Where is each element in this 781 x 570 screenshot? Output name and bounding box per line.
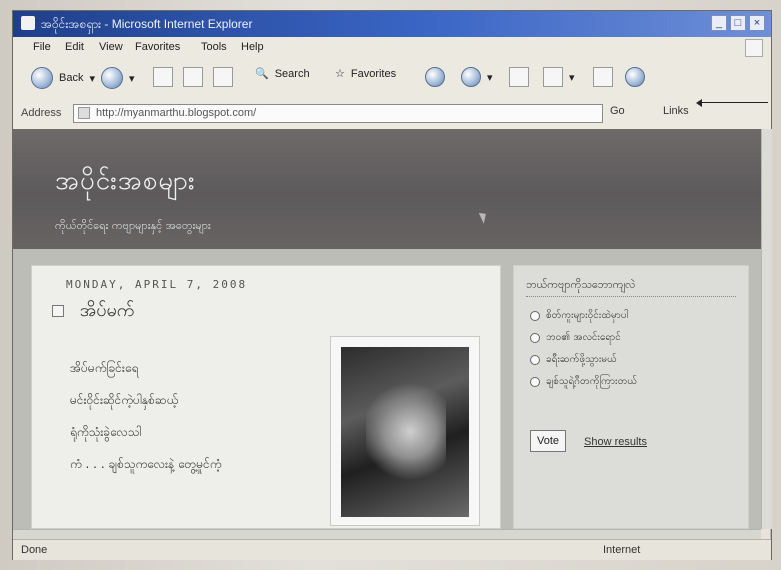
address-url: http://myanmarthu.blogspot.com/ [96,107,257,119]
menu-view[interactable]: View [99,41,123,53]
back-button[interactable]: Back ▾ [31,67,95,89]
address-label: Address [21,107,62,119]
post-title-text: အိပ်မက် [79,300,135,321]
history-icon [425,67,445,87]
blog-body: MONDAY, APRIL 7, 2008 အိပ်မက် အိပ်မက်ခြင… [13,249,761,529]
vertical-scrollbar[interactable] [761,129,772,529]
dropdown-arrow-icon: ▾ [487,71,493,84]
poll-option[interactable]: ခရီးဆက်ဖို့သွားမယ် [530,352,617,367]
post-image [330,336,480,526]
home-button[interactable] [213,67,233,87]
refresh-icon [183,67,203,87]
go-button[interactable]: Go [610,105,625,117]
messenger-button[interactable] [625,67,645,87]
windows-logo-icon [745,39,763,57]
maximize-button[interactable]: □ [730,15,746,31]
divider [526,296,736,297]
mail-button[interactable]: ▾ [461,67,493,87]
page-icon [78,107,90,119]
radio-button[interactable] [530,376,540,387]
forward-icon [101,67,123,89]
address-field[interactable]: http://myanmarthu.blogspot.com/ [73,104,603,123]
page-viewport[interactable]: အပိုင်းအစများ ကိုယ်တိုင်ရေး ကဗျာများနှင့… [13,129,761,529]
menu-file[interactable]: File [33,41,51,53]
poll-option[interactable]: ချစ်သူရဲ့ဂီတကိုကြားတယ် [530,374,637,389]
favorites-star-icon: ☆ [335,68,345,80]
poll-heading: ဘယ်ကဗျာကိုသဘောကျလဲ [526,278,636,291]
links-button[interactable]: Links [663,105,689,117]
navigation-toolbar: Back ▾ ▾ 🔍 Search ☆ Favorites ▾ ▾ [13,59,771,100]
dropdown-arrow-icon: ▾ [129,72,135,85]
post-line: ကံ . . . ချစ်သူကလေးနဲ့ တွေ့မှုင်ကံ့ [70,457,222,471]
post-date: MONDAY, APRIL 7, 2008 [66,278,248,291]
close-button[interactable]: × [749,15,765,31]
poll-option[interactable]: ဘဝ၏ အလင်းရောင် [530,330,621,345]
blog-description: ကိုယ်တိုင်ရေး ကဗျာများနှင့် အတွေးများ [55,219,211,232]
couple-photo [341,347,469,517]
post-line: မင်းဝိုင်းဆိုင်ကဲ့ပါနှစ်ဆယ့် [70,393,179,407]
discuss-button[interactable] [593,67,613,87]
post-line: အိပ်မက်ခြင်းရေ [70,361,139,375]
refresh-button[interactable] [183,67,203,87]
window-controls[interactable]: _ □ × [711,15,765,31]
post-card: MONDAY, APRIL 7, 2008 အိပ်မက် အိပ်မက်ခြင… [31,265,501,529]
mail-icon [461,67,481,87]
poll-option-label: စိတ်ကူးများဝိုင်းထဲမှာပါ [546,310,629,321]
poll-option-label: ဘဝ၏ အလင်းရောင် [546,332,621,343]
dropdown-arrow-icon: ▾ [89,72,95,85]
internet-explorer-window: အဝိုင်းအစရှား - Microsoft Internet Explo… [12,10,772,560]
show-results-link[interactable]: Show results [584,436,647,448]
search-button[interactable]: 🔍 Search [255,67,310,81]
search-label: Search [274,67,310,80]
vote-button[interactable]: Vote [530,430,566,452]
stop-icon [153,67,173,87]
messenger-icon [625,67,645,87]
poll-widget: ဘယ်ကဗျာကိုသဘောကျလဲ စိတ်ကူးများဝိုင်းထဲမှ… [513,265,749,529]
window-title: အဝိုင်းအစရှား - Microsoft Internet Explo… [41,17,253,31]
back-icon [31,67,53,89]
radio-button[interactable] [530,310,540,321]
search-icon: 🔍 [255,68,269,80]
menu-help[interactable]: Help [241,41,264,53]
edit-button[interactable]: ▾ [543,67,575,87]
blog-header: အပိုင်းအစများ ကိုယ်တိုင်ရေး ကဗျာများနှင့… [13,129,761,249]
minimize-button[interactable]: _ [711,15,727,31]
forward-button[interactable]: ▾ [101,67,135,89]
favorites-label: Favorites [350,67,397,80]
menu-bar: File Edit View Favorites Tools Help [13,37,771,60]
dropdown-arrow-icon: ▾ [569,71,575,84]
post-bullet-icon [52,305,64,317]
poll-option-label: ချစ်သူရဲ့ဂီတကိုကြားတယ် [546,376,638,387]
edit-icon [543,67,563,87]
post-title[interactable]: အိပ်မက် [52,298,134,325]
menu-favorites[interactable]: Favorites [135,41,180,53]
post-line: ရုံကိုသုံးခွဲလေသါ [70,425,142,439]
poll-option[interactable]: စိတ်ကူးများဝိုင်းထဲမှာပါ [530,308,628,323]
annotation-arrow-icon [696,99,768,107]
address-bar: Address http://myanmarthu.blogspot.com/ … [13,99,771,130]
status-bar: Done Internet [13,539,771,560]
blog-title[interactable]: အပိုင်းအစများ [55,163,195,202]
radio-button[interactable] [530,332,540,343]
favorites-button[interactable]: ☆ Favorites [335,67,397,81]
internet-zone-label: Internet [603,544,641,556]
stop-button[interactable] [153,67,173,87]
back-label: Back [59,72,84,84]
ie-icon [21,16,35,30]
status-text: Done [21,544,48,556]
window-titlebar: အဝိုင်းအစရှား - Microsoft Internet Explo… [13,11,771,37]
menu-tools[interactable]: Tools [201,41,227,53]
discuss-icon [593,67,613,87]
radio-button[interactable] [530,354,540,365]
menu-edit[interactable]: Edit [65,41,84,53]
print-icon [509,67,529,87]
poll-option-label: ခရီးဆက်ဖို့သွားမယ် [546,354,617,365]
history-button[interactable] [425,67,445,87]
home-icon [213,67,233,87]
mouse-cursor-icon [478,210,490,224]
print-button[interactable] [509,67,529,87]
